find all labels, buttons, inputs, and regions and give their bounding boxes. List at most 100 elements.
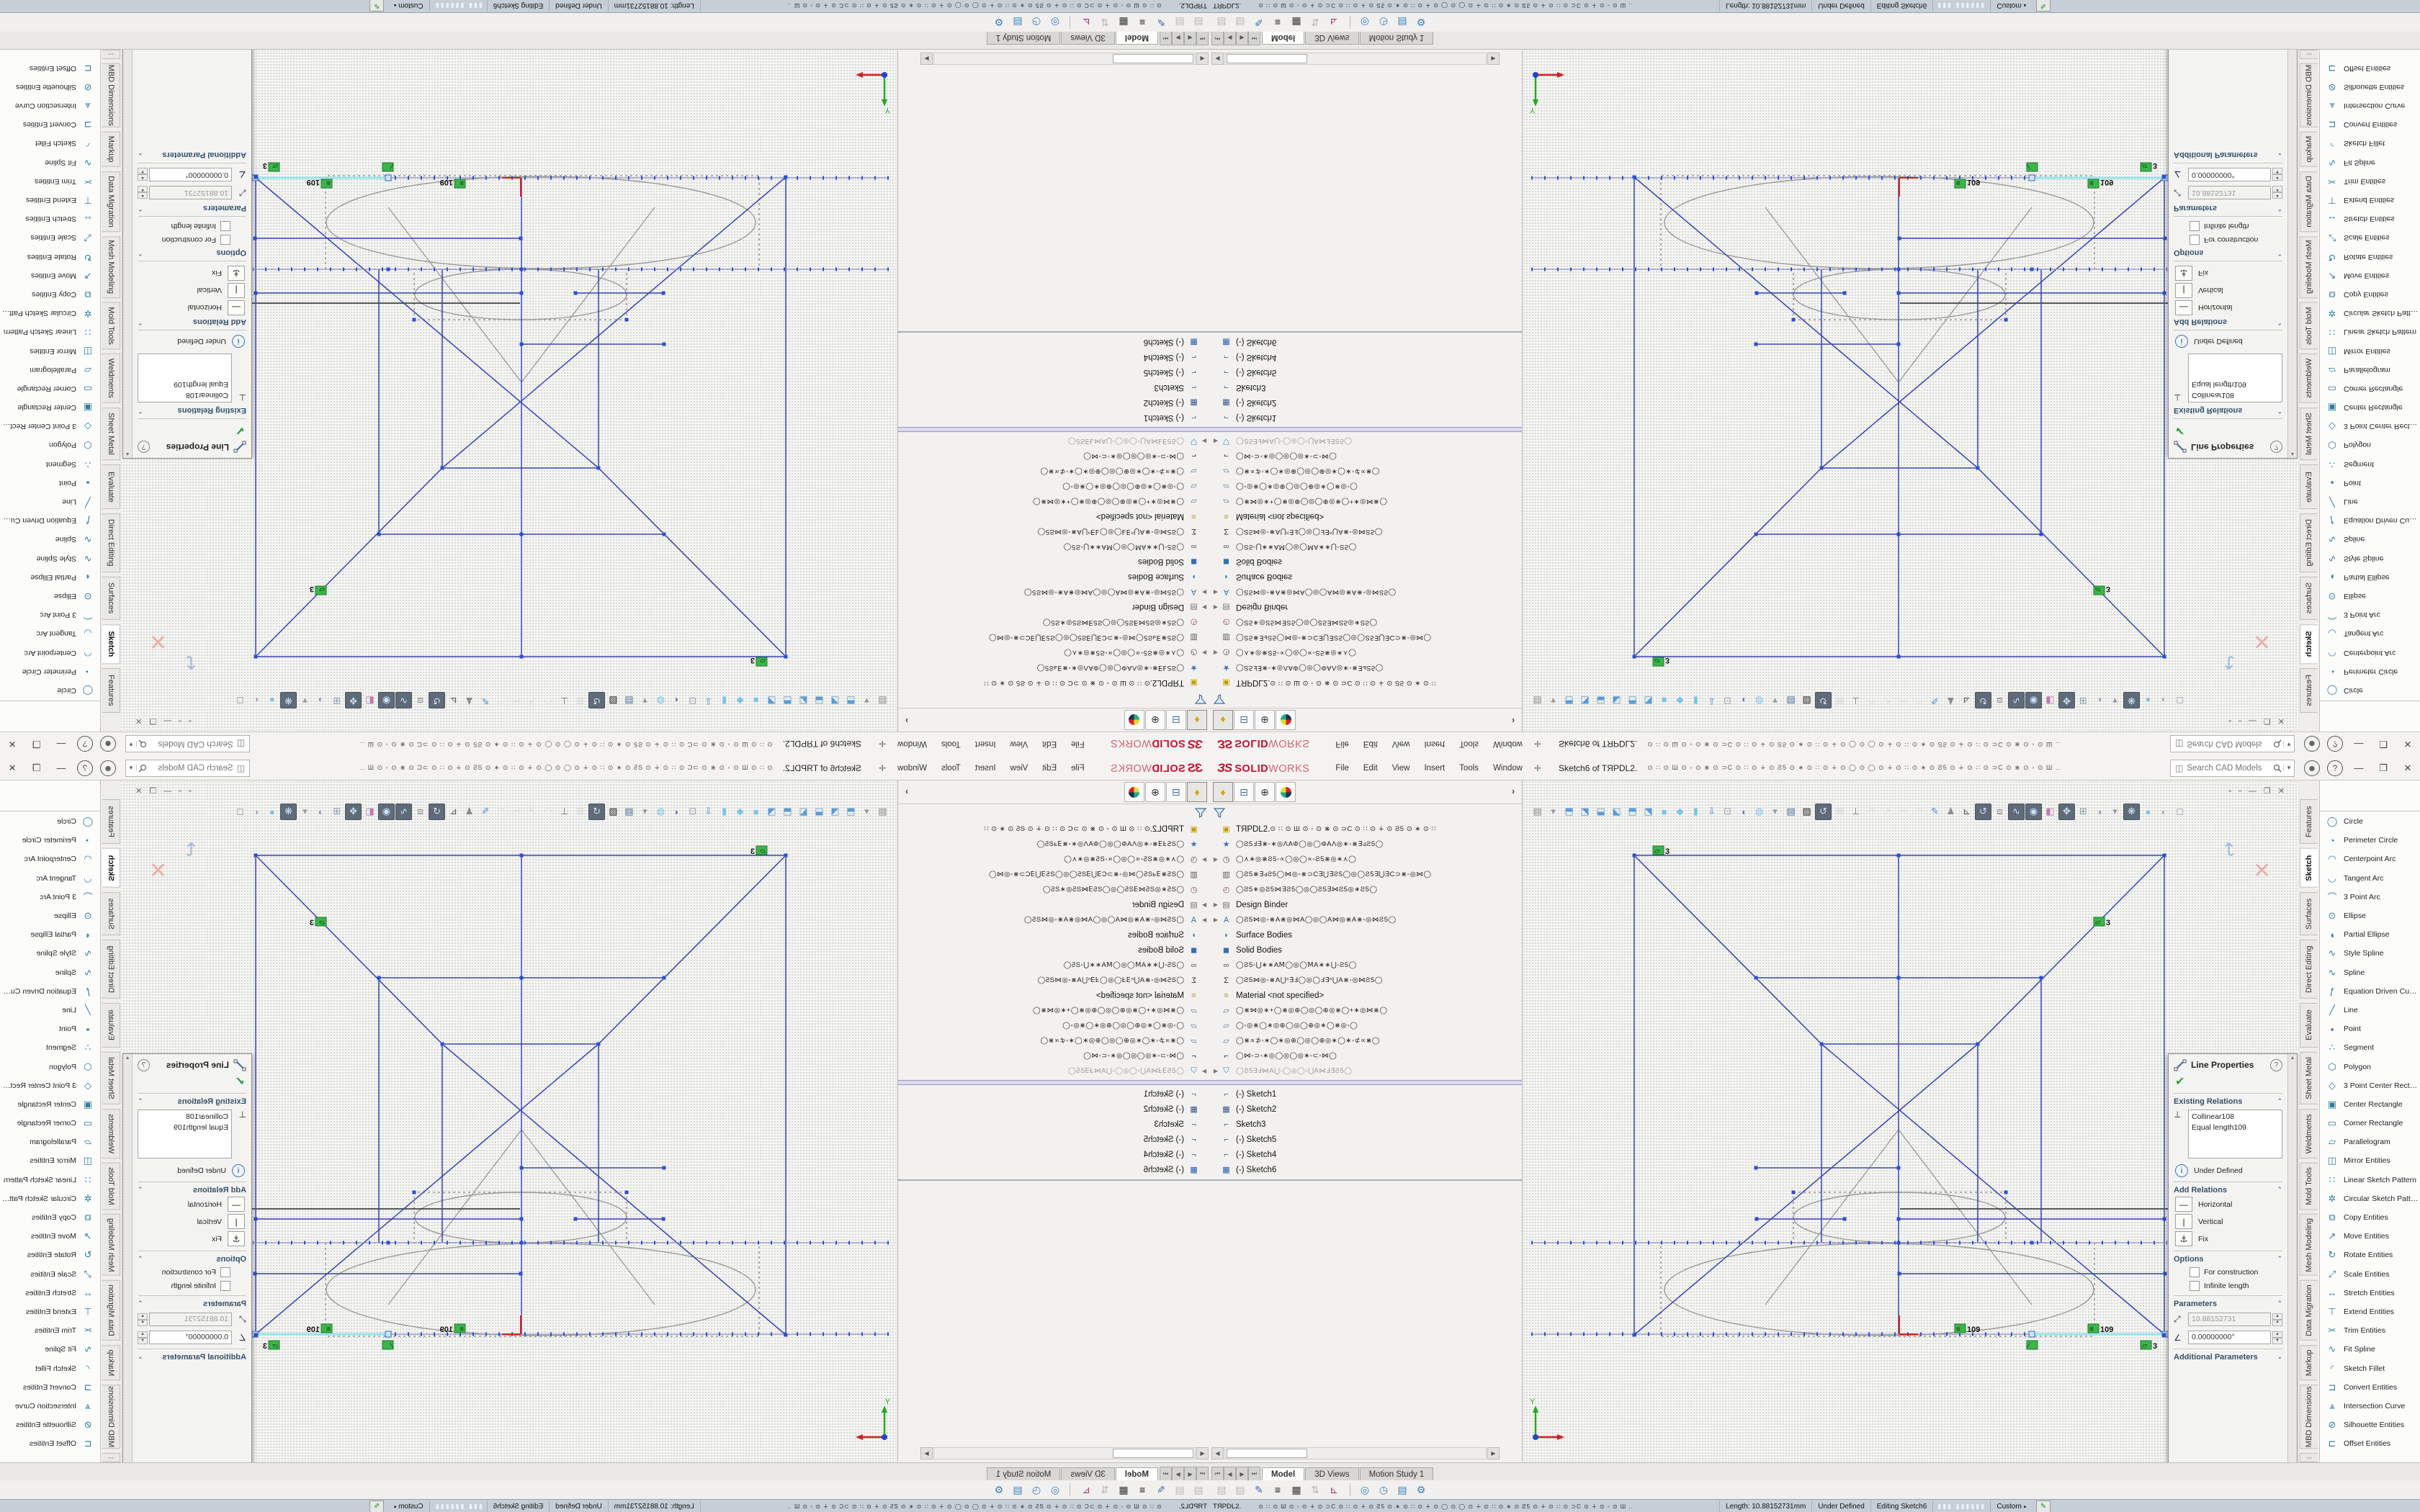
tool-center-rectangle[interactable]: ▣Center Rectangle (0, 398, 100, 417)
checkbox[interactable] (2190, 221, 2200, 231)
relation-fix-button[interactable]: ⚓Fix (138, 1231, 245, 1246)
featuremanager-tab[interactable]: ♦ (1187, 710, 1207, 730)
tab-nav-icon[interactable]: ▶ (1236, 31, 1248, 45)
parameters-header[interactable]: Parameters (2174, 1300, 2217, 1308)
menu-window[interactable]: Window (890, 737, 934, 752)
spin-down-icon[interactable]: ▼ (138, 1320, 148, 1326)
tool-3-point-arc[interactable]: ⌒3 Point Arc (0, 606, 100, 624)
parameter-value[interactable]: 0.00000000° (2188, 1331, 2271, 1344)
filter-funnel-icon[interactable] (1213, 693, 1226, 706)
tab-mbd-dimensions[interactable]: MBD Dimensions (2300, 1385, 2318, 1449)
tool-intersection-curve[interactable]: ⩓Intersection Curve (0, 1397, 100, 1416)
panel-help-icon[interactable]: ? (138, 441, 150, 454)
sketch-vertex[interactable] (1897, 533, 1901, 536)
menu-insert[interactable]: Insert (968, 737, 1003, 752)
tree-item[interactable]: ▱◯◦◎⋇◯∗◎⊕◯◎◯⊕◎∗◯⋇◎◦◯ (898, 1018, 1209, 1033)
restore-button[interactable]: ❐ (2372, 739, 2394, 750)
panel-scrollbar[interactable]: ▲▼ (123, 42, 133, 458)
tree-item[interactable]: ▶A◯Ƨ5⋈◎◦⋇Α⋇◎⋈Α◯◎◯Α⋈◎⋇Α⋇◦◎⋈Ƨ5◯ (898, 912, 1209, 927)
tool-partial-ellipse[interactable]: ◖Partial Ellipse (2320, 568, 2420, 587)
search-icon[interactable] (2273, 764, 2282, 773)
tool-offset-entities[interactable]: ⊏Offset Entities (2320, 59, 2420, 78)
tree-split-bar[interactable] (898, 1080, 1210, 1085)
bottom-toolbar-icon[interactable]: ✎ (1152, 14, 1170, 30)
tree-item[interactable]: ▶⛉◯Ƨ5∃Ⅎ⋈Α⋃◦◯◎◯◦⋃Α⋈Ⅎ∃Ƨ5◯ (1211, 433, 1522, 449)
tool-sketch-fillet[interactable]: ◜Sketch Fillet (2320, 1359, 2420, 1377)
line-endpoint-handle[interactable] (2029, 1331, 2035, 1337)
tab-sketch[interactable]: Sketch (102, 624, 120, 664)
sketch-tree-item[interactable]: ⌐Sketch3 (898, 1117, 1209, 1132)
tool-rotate-entities[interactable]: ↻Rotate Entities (2320, 1246, 2420, 1264)
bottom-toolbar-icon[interactable]: ⊾ (1077, 14, 1095, 30)
tool-circular-sketch-pattern[interactable]: ✲Circular Sketch Pattern (0, 304, 100, 323)
tool-point[interactable]: ▪Point (0, 1020, 100, 1038)
tree-item[interactable]: ▱◯⋇⋈◎∗+◯⋇◎⊕◯◎◯⊕◎⋇◯+∗◎⋈⋇◯ (898, 494, 1209, 509)
minimize-button[interactable]: — (50, 762, 72, 773)
bottom-toolbar-icon[interactable]: ≡ (1134, 1482, 1151, 1498)
tool-line[interactable]: ╱Line (0, 1001, 100, 1020)
tab-nav-icon[interactable]: ▶ (1172, 31, 1184, 45)
sketch-vertex[interactable] (1633, 176, 1636, 179)
tool-3-point-arc[interactable]: ⌒3 Point Arc (0, 888, 100, 906)
tool-polygon[interactable]: ⬡Polygon (2320, 1057, 2420, 1076)
tool-convert-entities[interactable]: ⊐Convert Entities (2320, 1378, 2420, 1397)
tool-extend-entities[interactable]: ⊤Extend Entities (2320, 191, 2420, 210)
tab-nav-icon[interactable]: ⏮ (1196, 1467, 1209, 1481)
relation-item[interactable]: Equal length109 (2192, 379, 2279, 390)
tool-style-spline[interactable]: ∿Style Spline (2320, 944, 2420, 963)
tab-mesh-modeling[interactable]: Mesh Modeling (2300, 1214, 2318, 1276)
sketch-vertex[interactable] (784, 854, 788, 858)
scroll-left-icon[interactable]: ◀ (1211, 53, 1224, 65)
tree-item[interactable]: ▣TЯPDL2.⊙ ∷ ⊙ Ш ⊙ ◦ ⊙ ⋇ ⊙ ⊃C ⊙ ∷ ⊙ ∔ ⊙ Ƨ… (1211, 822, 1522, 837)
tool-scale-entities[interactable]: ⤢Scale Entities (0, 1265, 100, 1284)
bottom-toolbar-icon[interactable]: ⊾ (1325, 14, 1343, 30)
sketch-vertex[interactable] (254, 292, 258, 295)
parameter-value[interactable]: 10.88152731 (149, 186, 232, 199)
tree-item[interactable]: ◗Surface Bodies (1211, 927, 1522, 942)
tab-sketch[interactable]: Sketch (2300, 624, 2318, 664)
bottom-toolbar-icon[interactable]: ≡ (1269, 1482, 1286, 1498)
sketch-vertex[interactable] (1820, 467, 1824, 470)
tab-direct-editing[interactable]: Direct Editing (102, 940, 120, 999)
tree-item[interactable]: ▶◷◯⋏∗◎⋇Ƨ5◦∝◯◎◯∝◦Ƨ5⋇◎∗⋏◯ (898, 645, 1209, 660)
sketch-vertex[interactable] (2163, 292, 2166, 295)
tab-nav-icon[interactable]: ⏭ (1248, 1467, 1260, 1481)
bottom-toolbar-icon[interactable]: ◷ (1028, 1482, 1045, 1498)
bottom-toolbar-icon[interactable]: ⚙ (1412, 14, 1430, 30)
sketch-vertex[interactable] (663, 976, 666, 980)
relation-item[interactable]: Collinear108 (141, 390, 228, 400)
sketch-tree-item[interactable]: ▦(-) Sketch2 (898, 395, 1209, 410)
relation-fix-button[interactable]: ⚓Fix (138, 266, 245, 281)
bottom-toolbar-icon[interactable]: ▦ (1115, 1482, 1132, 1498)
tool-centerpoint-arc[interactable]: ◠Centerpoint Arc (0, 850, 100, 868)
featuremanager-tab[interactable]: ♦ (1213, 710, 1233, 730)
sketch-vertex[interactable] (413, 318, 416, 322)
propertymanager-tab[interactable]: ⊟ (1234, 710, 1254, 730)
sketch-vertex[interactable] (1754, 976, 1758, 980)
configurationmanager-tab[interactable]: ⊕ (1145, 782, 1165, 802)
tree-item[interactable]: ⌐◯⋈◦⊃◦∗◎◯◎◯◎∗◦⊂◦⋈◯ (898, 1048, 1209, 1063)
option-construction[interactable]: For construction (2190, 235, 2282, 245)
relation-badge[interactable]: ∕ (2026, 1341, 2038, 1350)
spin-up-icon[interactable]: ▲ (138, 1313, 148, 1320)
construction-line[interactable] (1765, 207, 1899, 382)
tab-direct-editing[interactable]: Direct Editing (2300, 940, 2318, 999)
tree-item[interactable]: ▣TЯPDL2.⊙ ∷ ⊙ Ш ⊙ ◦ ⊙ ⋇ ⊙ ⊃C ⊙ ∷ ⊙ ∔ ⊙ Ƨ… (1211, 675, 1522, 690)
tool-spline[interactable]: ∿Spline (2320, 530, 2420, 549)
menu-edit[interactable]: Edit (1035, 737, 1064, 752)
minimize-button[interactable]: — (2348, 739, 2370, 750)
tool-segment[interactable]: ∴Segment (2320, 1038, 2420, 1057)
sketch-vertex[interactable] (597, 1043, 601, 1046)
tree-item[interactable]: ⌐◯⋈◦⊃◦∗◎◯◎◯◎∗◦⊂◦⋈◯ (898, 449, 1209, 464)
tab-model[interactable]: Model (1116, 1467, 1158, 1481)
tool-centerpoint-arc[interactable]: ◠Centerpoint Arc (2320, 643, 2420, 662)
tool-corner-rectangle[interactable]: ▭Corner Rectangle (2320, 379, 2420, 398)
relations-listbox[interactable]: Collinear108Equal length109 (2188, 354, 2282, 402)
relations-listbox[interactable]: Collinear108Equal length109 (138, 354, 232, 402)
checkbox[interactable] (220, 1267, 230, 1277)
tag-corner-icon[interactable]: ✎ (369, 1500, 384, 1512)
expand-arrow-icon[interactable]: ▶ (1211, 917, 1220, 923)
bottom-toolbar-icon[interactable]: ▤ (1190, 1482, 1207, 1498)
bottom-toolbar-icon[interactable]: ◎ (1356, 1482, 1373, 1498)
tab-nav-icon[interactable]: ◀ (1184, 31, 1196, 45)
